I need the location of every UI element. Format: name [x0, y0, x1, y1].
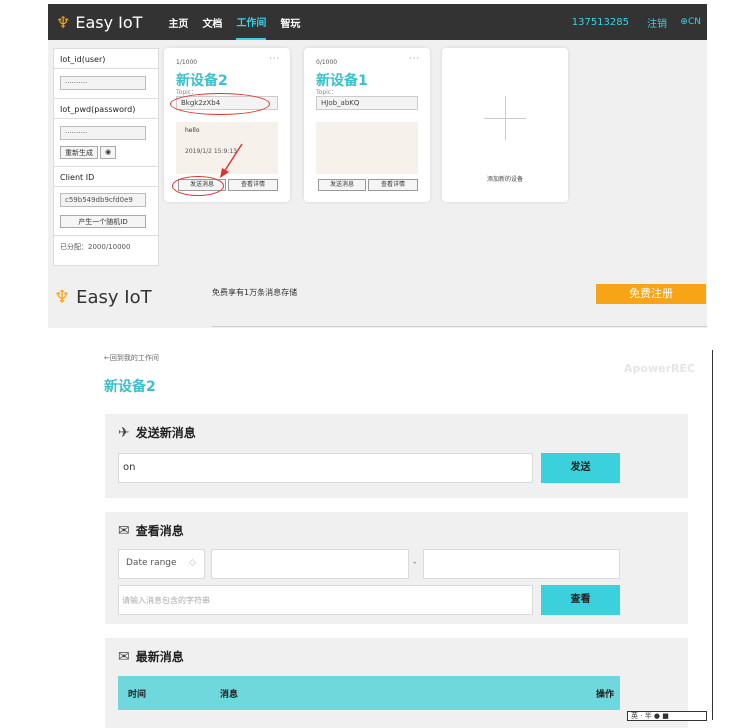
app-logo[interactable]: ♆ Easy IoT [56, 13, 142, 32]
bulb-icon: ♆ [54, 287, 71, 308]
logout-link[interactable]: 注销 [647, 15, 667, 30]
view-messages-section: ✉ 查看消息 Date range ◇ - 请输入消息包含的字符串 查看 [105, 512, 688, 624]
client-id-field[interactable]: c59b549db9cfd0e9 [60, 193, 146, 207]
footer-logo: ♆ Easy IoT [54, 287, 152, 308]
view-details-button[interactable]: 查看详情 [368, 179, 418, 191]
nav-home[interactable]: 主页 [168, 4, 188, 40]
client-id-label: Client ID [60, 173, 95, 182]
language-switch[interactable]: ⊕CN [680, 17, 701, 27]
allocated-count: 已分配：2000/10000 [60, 243, 131, 251]
section-title: 最新消息 [135, 650, 184, 664]
app-name: Easy IoT [75, 12, 143, 32]
more-icon[interactable]: ··· [409, 54, 420, 63]
iot-id-label: Iot_id(user) [60, 55, 106, 64]
show-password-button[interactable]: ◉ [100, 146, 117, 159]
date-range-select[interactable]: Date range ◇ [118, 549, 205, 579]
credentials-panel: Iot_id(user) ·········· Iot_pwd(password… [53, 48, 159, 266]
chevron-updown-icon: ◇ [189, 558, 196, 568]
section-header: ✉ 查看消息 [118, 522, 184, 539]
send-button[interactable]: 发送 [541, 453, 620, 483]
bulb-icon: ♆ [56, 12, 71, 32]
nav-smart[interactable]: 智玩 [280, 4, 300, 40]
search-input[interactable]: 请输入消息包含的字符串 [118, 585, 533, 615]
globe-icon: ⊕ [680, 17, 688, 27]
ime-toolbar[interactable]: 英 · 半 ● ■ [627, 711, 707, 721]
plus-icon-vertical [505, 96, 506, 140]
send-button-label: 发送 [570, 462, 591, 473]
date-range-label: Date range [126, 558, 177, 568]
section-title: 查看消息 [135, 524, 184, 538]
watermark: ApowerREC [624, 362, 696, 375]
view-button[interactable]: 查看 [541, 585, 620, 615]
column-time: 时间 [128, 690, 147, 700]
add-device-card[interactable]: 添加新的设备 [442, 48, 568, 202]
user-phone[interactable]: 137513285 [572, 17, 629, 28]
iot-pwd-label: Iot_pwd(password) [60, 105, 136, 114]
workspace-screenshot: ♆ Easy IoT 主页 文档 工作间 智玩 137513285 注销 ⊕CN… [48, 4, 707, 328]
nav-workspace[interactable]: 工作间 [236, 4, 267, 40]
language-label: CN [687, 17, 701, 27]
section-header: ✉ 最新消息 [118, 648, 184, 665]
envelope-open-icon: ✉ [118, 648, 130, 665]
date-separator: - [413, 558, 417, 568]
last-message-box [316, 122, 418, 174]
section-title: 发送新消息 [135, 426, 196, 440]
message-count: 0/1000 [316, 59, 338, 66]
window-edge [712, 350, 713, 720]
iot-pwd-field[interactable]: ·········· [60, 126, 146, 140]
paper-plane-icon: ✈ [118, 424, 130, 441]
latest-messages-section: ✉ 最新消息 时间 消息 操作 [105, 638, 688, 728]
annotation-circle-topic [170, 93, 270, 115]
page-title: 新设备2 [104, 379, 156, 395]
more-icon[interactable]: ··· [269, 54, 280, 63]
footer-app-name: Easy IoT [76, 287, 152, 308]
message-count: 1/1000 [176, 59, 198, 66]
top-nav: ♆ Easy IoT 主页 文档 工作间 智玩 137513285 注销 ⊕CN [48, 4, 707, 40]
start-date-input[interactable] [211, 549, 409, 579]
annotation-arrow [220, 143, 243, 178]
device-card-1[interactable]: 0/1000 ··· 新设备1 Topic： HJob_abKQ 发送消息 查看… [304, 48, 430, 202]
regenerate-button[interactable]: 重新生成 [60, 146, 98, 159]
send-message-button[interactable]: 发送消息 [318, 179, 366, 191]
column-actions: 操作 [595, 690, 614, 700]
add-device-label: 添加新的设备 [486, 176, 523, 183]
send-message-section: ✈ 发送新消息 on 发送 [105, 414, 688, 498]
nav-docs[interactable]: 文档 [202, 4, 222, 40]
footer-text: 免费享有1万条消息存储 [212, 288, 298, 297]
messages-table-header: 时间 消息 操作 [118, 676, 620, 710]
generate-random-id-button[interactable]: 产生一个随机ID [60, 215, 146, 228]
envelope-search-icon: ✉ [118, 522, 130, 539]
register-button[interactable]: 免费注册 [596, 284, 706, 304]
last-message: hello [185, 127, 200, 134]
eye-icon: ◉ [105, 148, 112, 156]
topic-field[interactable]: HJob_abKQ [316, 96, 418, 110]
divider [212, 326, 707, 327]
topic-label: Topic： [316, 89, 338, 96]
device-detail-screenshot: ←回到我的工作间 ApowerREC 新设备2 ✈ 发送新消息 on 发送 ✉ … [104, 350, 695, 728]
column-message: 消息 [220, 690, 239, 700]
back-link[interactable]: ←回到我的工作间 [104, 353, 159, 363]
iot-id-field[interactable]: ·········· [60, 76, 146, 90]
end-date-input[interactable] [423, 549, 620, 579]
section-header: ✈ 发送新消息 [118, 424, 196, 441]
message-input[interactable]: on [118, 453, 533, 483]
